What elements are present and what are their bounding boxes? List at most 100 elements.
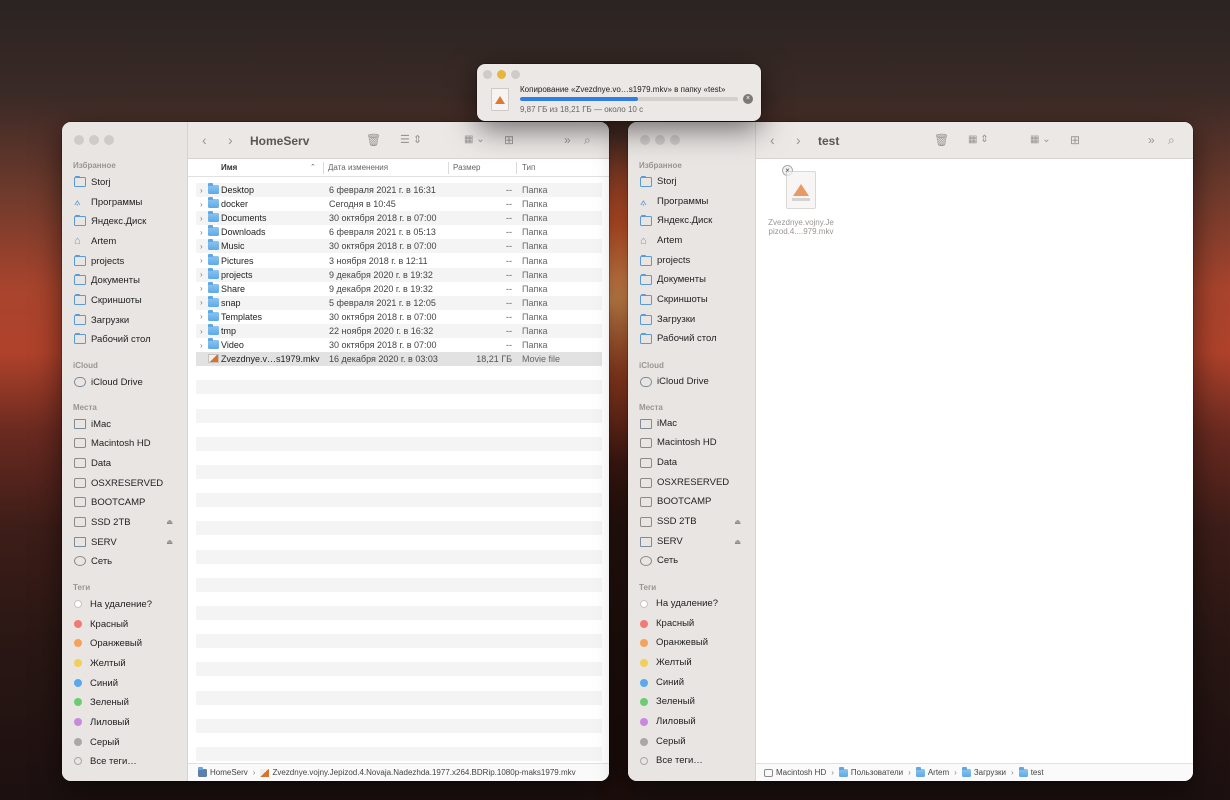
back-icon[interactable]: ‹ (202, 132, 207, 148)
disclosure-triangle-icon[interactable]: › (200, 256, 203, 265)
sidebar-item-osxreserved[interactable]: OSXRESERVED (74, 474, 163, 492)
search-icon[interactable]: ⌕ (1168, 132, 1175, 148)
close-window-button[interactable] (640, 135, 650, 145)
table-row[interactable]: › Share 9 декабря 2020 г. в 19:32 -- Папка (196, 281, 602, 296)
sidebar-item-ssd-2tb[interactable]: SSD 2TB (74, 513, 131, 531)
zoom-window-button[interactable] (104, 135, 114, 145)
table-row[interactable]: › Templates 30 октября 2018 г. в 07:00 -- Па… (196, 309, 602, 324)
column-date[interactable]: Дата изменения (328, 163, 388, 172)
path-file[interactable]: Zvezdnye.vojny.Jepizod.4.Novaja.Nadezhda… (272, 768, 575, 777)
sidebar-tag-orange[interactable]: Оранжевый (74, 634, 142, 652)
new-folder-icon[interactable]: ⊞ (504, 132, 514, 148)
sidebar-item-ssd-2tb[interactable]: SSD 2TB (640, 513, 697, 531)
forward-icon[interactable]: › (796, 132, 801, 148)
path-root[interactable]: HomeServ (210, 768, 248, 777)
disclosure-triangle-icon[interactable]: › (200, 228, 203, 237)
sidebar-item-data[interactable]: Data (640, 454, 677, 472)
table-row[interactable]: › projects 9 декабря 2020 г. в 19:32 -- Папк… (196, 267, 602, 282)
eject-icon[interactable]: ⏏ (734, 538, 741, 546)
sidebar-item-storj[interactable]: Storj (640, 173, 677, 191)
sidebar-tag-blue[interactable]: Синий (640, 674, 684, 692)
stop-copy-button[interactable]: × (743, 94, 753, 104)
sidebar-item-yandex-disk[interactable]: Яндекс.Диск (74, 212, 146, 230)
table-row[interactable]: › Downloads 6 февраля 2021 г. в 05:13 -- Пап… (196, 225, 602, 240)
sidebar-tag-green[interactable]: Зеленый (640, 693, 695, 711)
sidebar-tag-purple[interactable]: Лиловый (74, 713, 130, 731)
close-window-button[interactable] (74, 135, 84, 145)
column-size[interactable]: Размер (453, 163, 481, 172)
disclosure-triangle-icon[interactable]: › (200, 312, 203, 321)
sidebar-tag-gray[interactable]: Серый (74, 733, 120, 751)
table-row[interactable]: › Music 30 октября 2018 г. в 07:00 -- Папка (196, 239, 602, 254)
sidebar-tag-all[interactable]: Все теги… (74, 752, 137, 770)
path-segment[interactable]: Пользователи (851, 768, 903, 777)
sidebar-tag-green[interactable]: Зеленый (74, 693, 129, 711)
sidebar-item-imac[interactable]: iMac (640, 415, 677, 433)
more-icon[interactable]: » (1148, 132, 1155, 148)
sidebar-item-projects[interactable]: projects (74, 252, 124, 270)
sidebar-tag-orange[interactable]: Оранжевый (640, 634, 708, 652)
sidebar-item-network[interactable]: Сеть (640, 552, 678, 570)
sidebar-item-screenshots[interactable]: Скриншоты (74, 291, 142, 309)
sidebar-item-data[interactable]: Data (74, 454, 111, 472)
sidebar-item-desktop[interactable]: Рабочий стол (640, 330, 717, 348)
sidebar-item-macintosh-hd[interactable]: Macintosh HD (74, 434, 151, 452)
new-folder-icon[interactable]: ⊞ (1070, 132, 1080, 148)
sidebar-tag-yellow[interactable]: Желтый (640, 654, 692, 672)
sidebar-item-downloads[interactable]: Загрузки (74, 311, 129, 329)
table-row[interactable]: Zvezdnye.v…s1979.mkv 16 декабря 2020 г. в… (196, 352, 602, 367)
disclosure-triangle-icon[interactable]: › (200, 270, 203, 279)
disclosure-triangle-icon[interactable]: › (200, 341, 203, 350)
table-row[interactable]: › Video 30 октября 2018 г. в 07:00 -- Папка (196, 338, 602, 353)
path-segment[interactable]: Artem (928, 768, 949, 777)
sidebar-tag-gray[interactable]: Серый (640, 733, 686, 751)
sidebar-item-storj[interactable]: Storj (74, 173, 111, 191)
close-window-button[interactable] (483, 70, 492, 79)
table-row[interactable]: › Pictures 3 ноября 2018 г. в 12:11 -- Папка (196, 253, 602, 268)
path-segment[interactable]: Macintosh HD (776, 768, 826, 777)
sidebar-item-artem[interactable]: ⌂ Artem (74, 232, 116, 250)
sidebar-tag-red[interactable]: Красный (74, 615, 128, 633)
sidebar-item-serv[interactable]: SERV (74, 533, 117, 551)
zoom-window-button[interactable] (670, 135, 680, 145)
sidebar-item-artem[interactable]: ⌂ Artem (640, 232, 682, 250)
sidebar-item-imac[interactable]: iMac (74, 415, 111, 433)
table-row[interactable]: › Desktop 6 февраля 2021 г. в 16:31 -- Папка (196, 183, 602, 197)
sidebar-tag-yellow[interactable]: Желтый (74, 654, 126, 672)
eject-icon[interactable]: ⏏ (166, 518, 173, 526)
table-row[interactable]: › tmp 22 ноября 2020 г. в 16:32 -- Папка (196, 324, 602, 338)
sidebar-item-programs[interactable]: ⟑ Программы (74, 193, 142, 211)
sidebar-tag-all[interactable]: Все теги… (640, 752, 703, 770)
sidebar-item-serv[interactable]: SERV (640, 533, 683, 551)
sidebar-tag-delete[interactable]: На удаление? (640, 595, 718, 613)
minimize-window-button[interactable] (497, 70, 506, 79)
path-segment[interactable]: test (1031, 768, 1044, 777)
column-type[interactable]: Тип (522, 163, 535, 172)
trash-icon[interactable]: 🗑 (934, 132, 949, 148)
forward-icon[interactable]: › (228, 132, 233, 148)
back-icon[interactable]: ‹ (770, 132, 775, 148)
sidebar-item-screenshots[interactable]: Скриншоты (640, 291, 708, 309)
disclosure-triangle-icon[interactable]: › (200, 214, 203, 223)
eject-icon[interactable]: ⏏ (166, 538, 173, 546)
eject-icon[interactable]: ⏏ (734, 518, 741, 526)
disclosure-triangle-icon[interactable]: › (200, 186, 203, 195)
sidebar-item-programs[interactable]: ⟑ Программы (640, 193, 708, 211)
sidebar-item-downloads[interactable]: Загрузки (640, 311, 695, 329)
sidebar-item-documents[interactable]: Документы (74, 271, 140, 289)
disclosure-triangle-icon[interactable]: › (200, 242, 203, 251)
sidebar-tag-purple[interactable]: Лиловый (640, 713, 696, 731)
disclosure-triangle-icon[interactable]: › (200, 298, 203, 307)
sidebar-item-yandex-disk[interactable]: Яндекс.Диск (640, 212, 712, 230)
sidebar-item-icloud-drive[interactable]: iCloud Drive (74, 373, 143, 391)
group-view-icon[interactable]: ▦ ⌄ (1030, 132, 1051, 148)
search-icon[interactable]: ⌕ (584, 132, 591, 148)
sidebar-item-icloud-drive[interactable]: iCloud Drive (640, 373, 709, 391)
sidebar-item-macintosh-hd[interactable]: Macintosh HD (640, 434, 717, 452)
minimize-window-button[interactable] (89, 135, 99, 145)
file-item-copying[interactable]: × Zvezdnye.vojny.Je pizod.4....979.mkv (762, 165, 840, 236)
list-view-icon[interactable]: ☰ ⇕ (400, 132, 422, 148)
path-segment[interactable]: Загрузки (974, 768, 1006, 777)
sidebar-item-bootcamp[interactable]: BOOTCAMP (74, 493, 145, 511)
table-row[interactable]: › snap 5 февраля 2021 г. в 12:05 -- Папка (196, 295, 602, 310)
